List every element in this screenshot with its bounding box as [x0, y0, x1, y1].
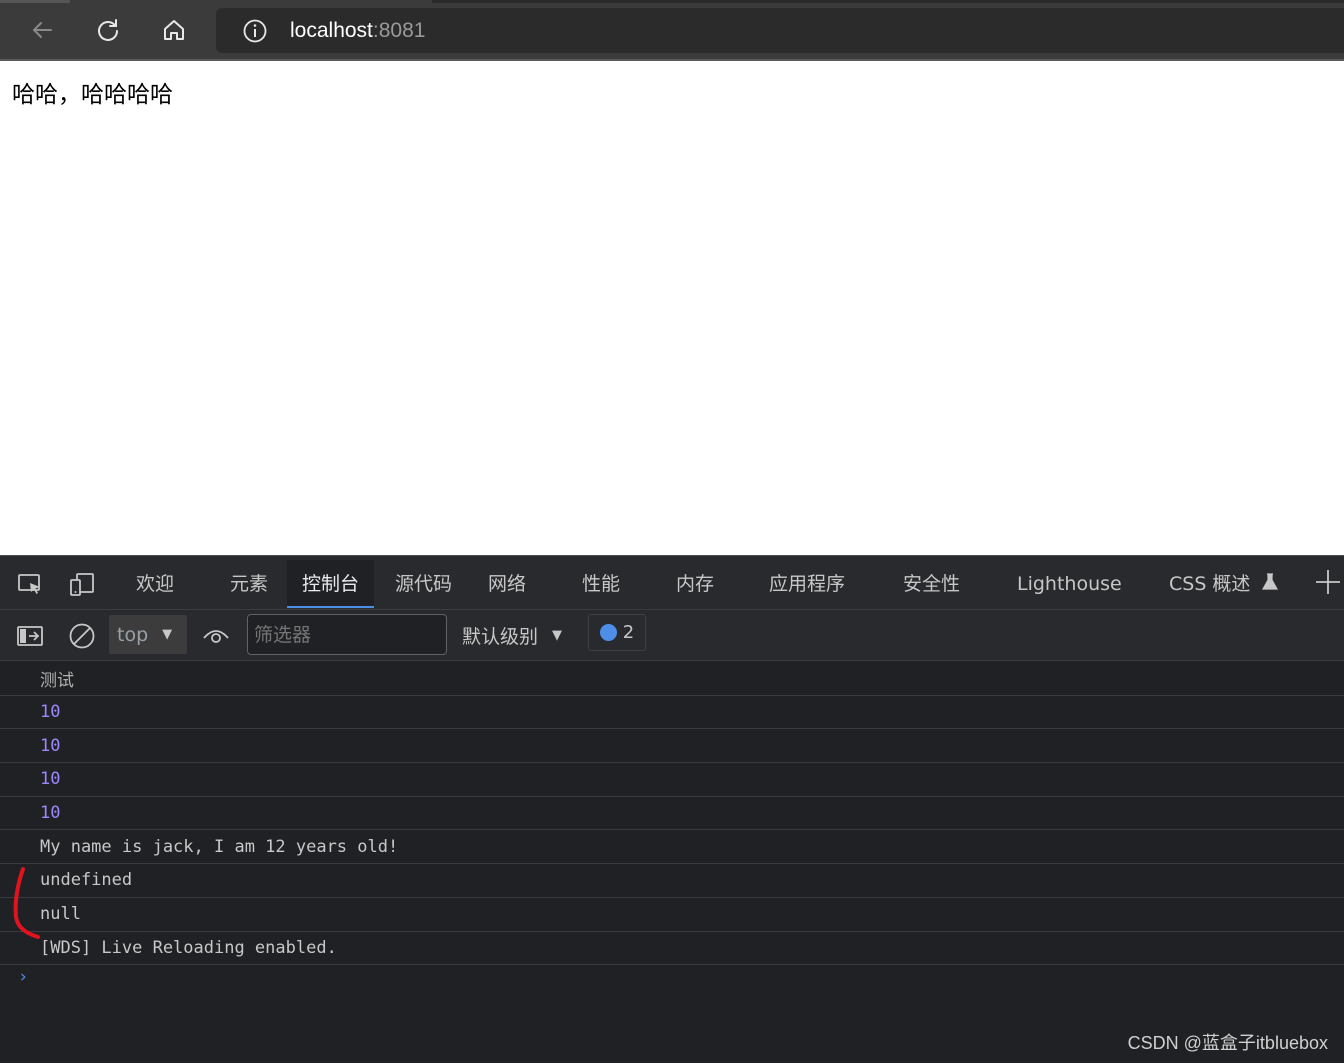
chevron-down-icon: ▼	[162, 627, 173, 642]
refresh-icon	[98, 19, 118, 41]
console-message: 测试	[0, 662, 1344, 696]
more-tabs-plus-icon[interactable]	[1312, 566, 1344, 598]
tab-memory[interactable]: 内存	[676, 560, 714, 608]
console-message: 10	[0, 729, 1344, 764]
home-icon	[164, 20, 184, 40]
context-selector-value: top	[117, 623, 149, 646]
arrow-left-icon	[32, 22, 52, 38]
live-expression-eye-icon[interactable]	[202, 622, 230, 650]
red-annotation-mark	[13, 867, 40, 939]
console-message: [WDS] Live Reloading enabled.	[0, 932, 1344, 966]
tab-security[interactable]: 安全性	[903, 560, 960, 608]
url-host: localhost	[290, 18, 373, 42]
console-message: undefined	[0, 864, 1344, 898]
console-prompt[interactable]: ›	[18, 967, 28, 987]
back-button[interactable]	[22, 10, 62, 50]
issues-badge[interactable]: 2	[588, 614, 646, 651]
log-level-value: 默认级别	[462, 625, 539, 648]
chevron-down-icon: ▼	[552, 627, 563, 643]
console-message: 10	[0, 763, 1344, 797]
tab-console[interactable]: 控制台	[287, 560, 375, 608]
address-bar[interactable]: localhost :8081	[216, 8, 1344, 53]
issues-count: 2	[622, 622, 635, 643]
tab-sources[interactable]: 源代码	[395, 560, 452, 608]
tab-welcome[interactable]: 欢迎	[136, 560, 174, 608]
devtools-tab-bar: 欢迎 元素 控制台 源代码 网络 性能 内存 应用程序 安全性 Lighthou…	[0, 556, 1344, 610]
filter-input[interactable]	[247, 614, 447, 655]
url-port: :8081	[372, 18, 426, 42]
device-toolbar-icon[interactable]	[68, 570, 96, 598]
clear-console-icon[interactable]	[68, 622, 96, 650]
inspect-element-icon[interactable]	[16, 570, 44, 598]
tab-strip	[0, 0, 70, 3]
tab-strip-right	[432, 0, 1344, 3]
console-message: null	[0, 898, 1344, 932]
console-toolbar: top ▼ 默认级别 ▼ 2	[0, 610, 1344, 661]
tab-css-overview[interactable]: CSS 概述	[1169, 560, 1279, 608]
message-bubble-icon	[599, 624, 617, 641]
watermark: CSDN @蓝盒子itbluebox	[1127, 1033, 1328, 1053]
tab-css-overview-label: CSS 概述	[1169, 573, 1251, 595]
console-message: My name is jack, I am 12 years old!	[0, 830, 1344, 865]
tab-lighthouse[interactable]: Lighthouse	[1017, 560, 1122, 608]
home-button[interactable]	[154, 10, 194, 50]
devtools-panel: 欢迎 元素 控制台 源代码 网络 性能 内存 应用程序 安全性 Lighthou…	[0, 555, 1344, 1063]
console-message: 10	[0, 696, 1344, 730]
page-text: 哈哈，哈哈哈哈	[12, 82, 173, 108]
log-level-selector[interactable]: 默认级别 ▼	[462, 620, 562, 650]
reload-button[interactable]	[88, 10, 128, 50]
tab-network[interactable]: 网络	[488, 560, 526, 608]
tab-application[interactable]: 应用程序	[769, 560, 845, 608]
info-icon[interactable]	[242, 18, 268, 44]
console-output: 测试 10 10 10 10 My name is jack, I am 12 …	[0, 662, 1344, 987]
tab-performance[interactable]: 性能	[582, 560, 620, 608]
page-viewport: 哈哈，哈哈哈哈	[0, 61, 1344, 555]
console-message: 10	[0, 797, 1344, 831]
flask-icon	[1262, 573, 1279, 590]
tab-elements[interactable]: 元素	[230, 560, 268, 608]
sidebar-toggle-icon[interactable]	[16, 622, 44, 650]
context-selector[interactable]: top ▼	[109, 615, 187, 654]
browser-toolbar: localhost :8081	[0, 0, 1344, 61]
